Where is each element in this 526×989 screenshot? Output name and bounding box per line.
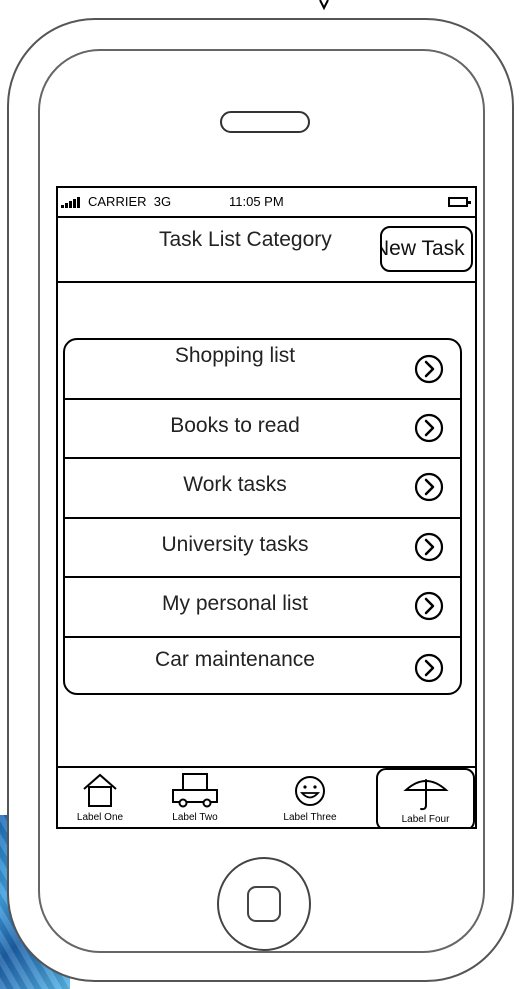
smiley-icon — [295, 776, 325, 806]
list-item-car-maintenance[interactable]: Car maintenance — [65, 638, 460, 694]
chevron-right-circle-icon[interactable] — [414, 591, 444, 621]
tab-label-four[interactable]: Label Four — [376, 768, 475, 827]
home-button-square-icon — [247, 886, 281, 922]
chevron-right-circle-icon[interactable] — [414, 653, 444, 683]
phone-screen: CARRIER 3G 11:05 PM Task List Category N… — [56, 186, 477, 829]
list-item-books-to-read[interactable]: Books to read — [65, 400, 460, 459]
list-item-university-tasks[interactable]: University tasks — [65, 519, 460, 578]
house-icon — [83, 773, 117, 807]
task-category-list: Shopping list Books to read Work tasks U… — [63, 338, 462, 695]
tab-label: Label Three — [283, 812, 337, 823]
carrier-label: CARRIER — [88, 194, 147, 209]
list-item-work-tasks[interactable]: Work tasks — [65, 459, 460, 519]
list-item-label: Work tasks — [183, 473, 287, 496]
list-item-label: Books to read — [170, 413, 300, 437]
tab-label: Label One — [76, 812, 124, 823]
page-title: Task List Category — [159, 228, 332, 251]
top-edge-mark — [319, 0, 329, 10]
tab-label-three[interactable]: Label Three — [264, 768, 356, 827]
carrier-name: CARRIER 3G — [88, 194, 171, 209]
tab-bar: Label One Label Two Label Three Label Fo… — [58, 766, 475, 827]
phone-speaker — [220, 111, 310, 133]
list-item-label: Shopping list — [174, 344, 296, 367]
home-button[interactable] — [217, 857, 311, 951]
tab-label: Label Two — [172, 812, 218, 823]
tab-label-one[interactable]: Label One — [64, 768, 136, 827]
umbrella-icon — [402, 779, 449, 811]
chevron-right-circle-icon[interactable] — [414, 472, 444, 502]
chevron-right-circle-icon[interactable] — [414, 413, 444, 443]
list-item-label: Car maintenance — [155, 647, 315, 671]
car-icon — [172, 773, 218, 808]
new-task-button[interactable]: New Task — [380, 226, 473, 272]
tab-label-two[interactable]: Label Two — [156, 768, 234, 827]
chevron-right-circle-icon[interactable] — [414, 354, 444, 384]
tab-label: Label Four — [401, 814, 450, 825]
status-time: 11:05 PM — [229, 194, 284, 209]
list-item-label: My personal list — [162, 592, 308, 615]
battery-icon — [448, 197, 471, 207]
chevron-right-circle-icon[interactable] — [414, 532, 444, 562]
navigation-bar: Task List Category New Task — [58, 216, 475, 283]
list-item-shopping-list[interactable]: Shopping list — [65, 340, 460, 400]
status-bar: CARRIER 3G 11:05 PM — [58, 188, 475, 216]
network-type: 3G — [153, 194, 172, 209]
list-item-label: University tasks — [161, 532, 309, 556]
signal-strength-icon — [61, 197, 80, 208]
list-item-my-personal-list[interactable]: My personal list — [65, 578, 460, 638]
wireframe-canvas: CARRIER 3G 11:05 PM Task List Category N… — [0, 0, 526, 989]
